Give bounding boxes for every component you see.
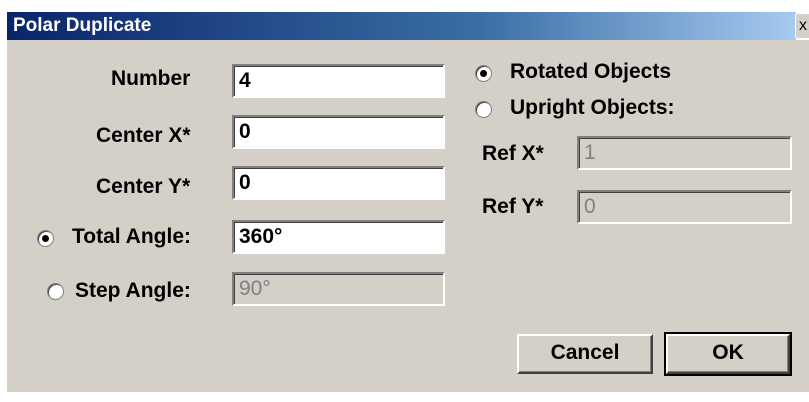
ref-y-label: Ref Y* (482, 195, 544, 218)
center-x-value: 0 (239, 120, 251, 143)
total-angle-radio[interactable] (37, 230, 54, 247)
step-angle-radio[interactable] (47, 283, 64, 300)
radio-selected-dot (480, 70, 487, 77)
title-bar[interactable]: Polar Duplicate (7, 12, 796, 40)
cancel-button[interactable]: Cancel (517, 334, 653, 374)
total-angle-value: 360° (239, 225, 283, 248)
close-icon[interactable]: x (795, 14, 809, 38)
upright-objects-radio[interactable] (475, 101, 492, 118)
step-angle-input[interactable]: 90° (232, 272, 445, 306)
center-y-label: Center Y* (96, 175, 191, 198)
bottom-edge (0, 392, 809, 402)
total-angle-label: Total Angle: (72, 225, 191, 248)
center-y-value: 0 (239, 171, 251, 194)
dialog-title: Polar Duplicate (13, 15, 152, 36)
ref-x-input[interactable]: 1 (577, 136, 792, 170)
rotated-objects-label: Rotated Objects (510, 60, 672, 83)
rotated-objects-radio[interactable] (475, 65, 492, 82)
step-angle-value: 90° (239, 277, 271, 300)
ref-y-input[interactable]: 0 (577, 190, 792, 224)
ref-x-value: 1 (584, 141, 596, 164)
upright-objects-label: Upright Objects: (510, 96, 675, 119)
number-input[interactable]: 4 (232, 64, 445, 98)
number-value: 4 (239, 69, 251, 92)
polar-duplicate-dialog: Polar Duplicate x Number 4 Center X* 0 C… (0, 0, 809, 402)
total-angle-input[interactable]: 360° (232, 220, 445, 254)
center-x-input[interactable]: 0 (232, 115, 445, 149)
ok-button[interactable]: OK (664, 332, 792, 376)
number-label: Number (111, 67, 191, 90)
center-x-label: Center X* (96, 124, 191, 147)
radio-selected-dot (42, 235, 49, 242)
ref-y-value: 0 (584, 195, 596, 218)
step-angle-label: Step Angle: (75, 279, 191, 302)
ref-x-label: Ref X* (482, 142, 544, 165)
center-y-input[interactable]: 0 (232, 166, 445, 200)
